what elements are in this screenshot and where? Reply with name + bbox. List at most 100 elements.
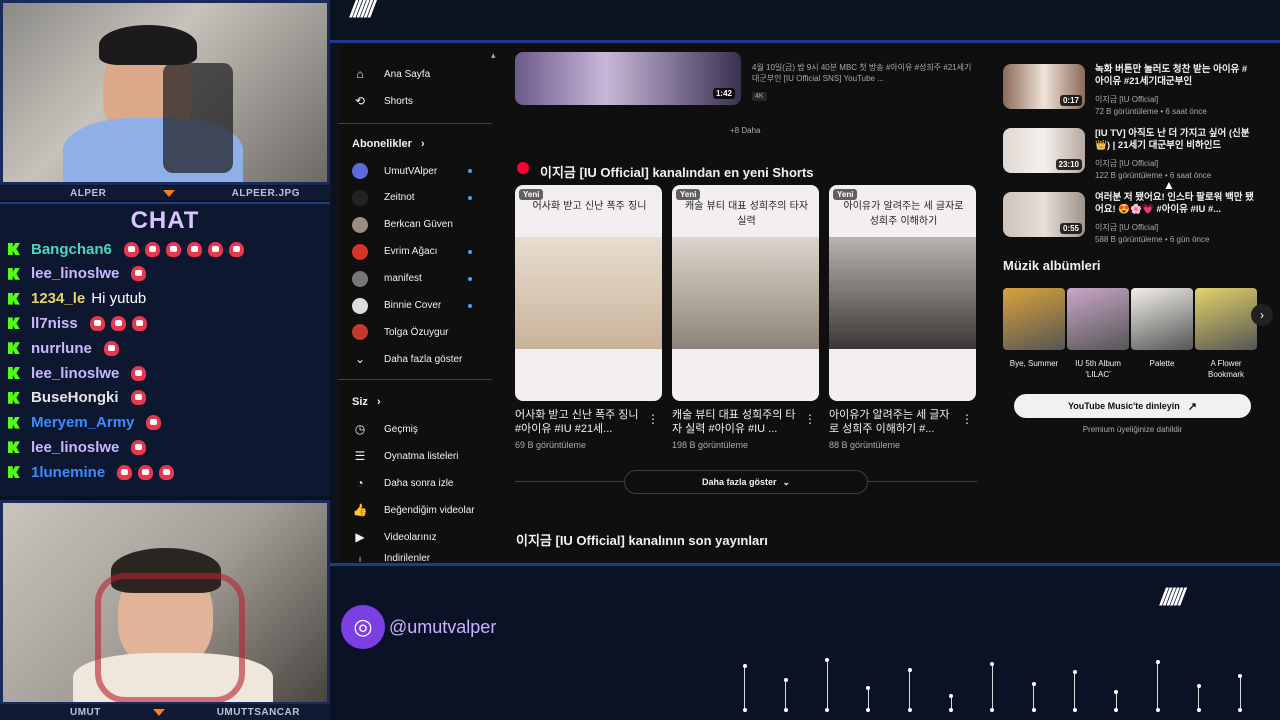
video-icon: ▶ [355, 530, 365, 544]
avatar [352, 163, 368, 179]
visualizer-dot [783, 678, 788, 682]
sidebar-item-subscription[interactable]: Binnie Cover [352, 296, 441, 316]
short-title[interactable]: 아이유가 알려주는 세 글자로 성희주 이해하기 #... [829, 408, 959, 436]
emote-icon [130, 390, 146, 406]
chat-text: Hi yutub [91, 290, 147, 308]
chat-username[interactable]: 1234_le [31, 290, 85, 307]
video-thumbnail[interactable]: 0:17 [1003, 64, 1085, 109]
video-thumbnail[interactable]: 23:10 [1003, 128, 1085, 173]
short-caption: 아이유가 알려주는 세 글자로 성희주 이해하기 [843, 201, 964, 227]
visualizer-dot [1031, 708, 1036, 712]
chat-username[interactable]: BuseHongki [31, 389, 119, 406]
emote-icon [117, 464, 133, 480]
visualizer-bar [909, 670, 911, 710]
sidebar-item-downloads[interactable]: ⤓ İndirilenler [352, 553, 430, 562]
sidebar-item-subscription[interactable]: Evrim Ağacı [352, 242, 437, 262]
short-caption: 캐술 뷰티 대표 성희주의 타자 실력 [684, 201, 809, 227]
chat-username[interactable]: nurrlune [31, 340, 92, 357]
album-cover[interactable] [1195, 288, 1257, 350]
show-more-shorts-button[interactable]: Daha fazla göster ⌄ [624, 470, 868, 494]
chevron-right-icon[interactable]: › [1251, 304, 1273, 326]
short-card[interactable]: Yeni 어사화 받고 신난 폭주 징니 [515, 185, 662, 401]
sidebar-item-history[interactable]: ◷ Geçmiş [352, 419, 418, 439]
short-views: 88 B görüntüleme [829, 440, 901, 450]
visualizer-bar [744, 666, 745, 710]
video-thumbnail[interactable]: 1:42 [515, 52, 741, 105]
sidebar-item-subscription[interactable]: UmutVAlper [352, 161, 437, 181]
short-caption: 어사화 받고 신난 폭주 징니 [532, 201, 647, 212]
quality-badge: 4K [752, 92, 767, 101]
video-description: 4월 10일(금) 밤 9시 40분 MBC 첫 방송 #아이유 #성희주 #2… [752, 63, 972, 83]
short-title[interactable]: 캐술 뷰티 대표 성희주의 타자 실력 #아이유 #IU ... [672, 408, 802, 436]
visualizer-dot [866, 708, 871, 712]
more-options-icon[interactable]: ⋮ [647, 412, 659, 426]
show-more-button[interactable]: ⌄ Daha fazla göster [352, 349, 462, 369]
more-options-icon[interactable]: ⋮ [804, 412, 816, 426]
sidebar-item-subscription[interactable]: Tolga Özuygur [352, 322, 448, 342]
chat-message: BuseHongki [8, 387, 146, 409]
sidebar-item-shorts[interactable]: ⟲ Shorts [352, 91, 413, 111]
sidebar-item-playlists[interactable]: ☰ Oynatma listeleri [352, 446, 459, 466]
sidebar-item-subscription[interactable]: Berkcan Güven [352, 215, 453, 235]
avatar [352, 297, 368, 314]
album-cover[interactable] [1131, 288, 1193, 350]
short-title[interactable]: 어사화 받고 신난 폭주 징니 #아이유 #IU #21세... [515, 408, 645, 436]
sidebar-item-watch-later[interactable]: ◔ Daha sonra izle [352, 473, 453, 493]
youtube-music-button[interactable]: YouTube Music'te dinleyin ↗ [1014, 394, 1251, 418]
album-cover[interactable] [1003, 288, 1065, 350]
live-dot [468, 249, 472, 254]
emote-icon [165, 241, 181, 257]
mouse-cursor-icon: ▲ [1163, 178, 1175, 192]
you-heading[interactable]: Siz › [352, 396, 381, 408]
chat-username[interactable]: Bangchan6 [31, 241, 112, 258]
visualizer-dot [990, 662, 995, 666]
channel-name[interactable]: 이지금 [IU Official] [1095, 222, 1158, 234]
shorts-heading: 이지금 [IU Official] kanalından en yeni Sho… [540, 165, 814, 180]
chat-message: lee_linoslwe [8, 436, 147, 458]
emote-icon [144, 241, 160, 257]
sidebar-item-home[interactable]: ⌂ Ana Sayfa [352, 64, 430, 84]
duration-badge: 0:17 [1059, 95, 1082, 106]
chat-username[interactable]: lee_linoslwe [31, 365, 119, 382]
album-cover[interactable] [1067, 288, 1129, 350]
subscriptions-heading[interactable]: Abonelikler › [352, 138, 425, 150]
short-views: 198 B görüntüleme [672, 440, 749, 450]
webcam-top [0, 0, 330, 185]
premium-note: Premium üyeliğinize dahildir [1082, 425, 1183, 434]
video-thumbnail[interactable]: 0:55 [1003, 192, 1085, 237]
youtube-window: ⌂ Ana Sayfa ⟲ Shorts Abonelikler › UmutV… [338, 44, 1280, 562]
cam-top-handle: ALPEER.JPG [231, 187, 300, 199]
more-link[interactable]: +8 Daha [730, 126, 760, 135]
sidebar-item-subscription[interactable]: manifest [352, 269, 422, 289]
sidebar-item-liked[interactable]: 👍 Beğendiğim videolar [352, 500, 475, 520]
visualizer-dot [907, 668, 912, 672]
social-handle: @umutvalper [389, 617, 497, 637]
more-options-icon[interactable]: ⋮ [961, 412, 973, 426]
channel-name[interactable]: 이지금 [IU Official] [1095, 158, 1158, 170]
home-icon: ⌂ [356, 67, 364, 81]
short-card[interactable]: Yeni 캐술 뷰티 대표 성희주의 타자 실력 [672, 185, 819, 401]
scroll-up-icon[interactable]: ▴ [491, 50, 496, 61]
sidebar-item-label: Oynatma listeleri [384, 450, 459, 462]
video-title[interactable]: 여러분 저 됐어요! 인스타 팔로워 백만 됐어요! 😍🌸💗 #아이유 #IU … [1095, 192, 1255, 216]
sidebar-item-label: Geçmiş [384, 423, 418, 435]
chat-username[interactable]: 1lunemine [31, 464, 105, 481]
kick-icon [8, 391, 20, 404]
visualizer-dot [1072, 670, 1077, 674]
channel-name[interactable]: 이지금 [IU Official] [1095, 94, 1158, 106]
live-dot [468, 195, 472, 200]
video-title[interactable]: [IU TV] 아직도 난 더 가지고 싶어 (신분👑) | 21세기 대군부인… [1095, 128, 1255, 152]
sidebar-item-your-videos[interactable]: ▶ Videolarınız [352, 527, 436, 547]
chat-username[interactable]: lee_linoslwe [31, 265, 119, 282]
emote-icon [110, 315, 126, 331]
sidebar-item-subscription[interactable]: Zeitnot [352, 188, 415, 208]
short-card[interactable]: Yeni 아이유가 알려주는 세 글자로 성희주 이해하기 [829, 185, 976, 401]
chat-username[interactable]: Meryem_Army [31, 414, 134, 431]
sidebar-item-label: Daha sonra izle [384, 477, 454, 489]
chat-username[interactable]: lee_linoslwe [31, 439, 119, 456]
video-title[interactable]: 녹화 버튼만 눌러도 청찬 받는 아이유 #아이유 #21세기대군부인 [1095, 64, 1255, 88]
chat-message: Meryem_Army [8, 412, 162, 434]
emote-icon [207, 241, 223, 257]
chevron-down-icon: ⌄ [782, 476, 791, 487]
chat-username[interactable]: ll7niss [31, 315, 78, 332]
